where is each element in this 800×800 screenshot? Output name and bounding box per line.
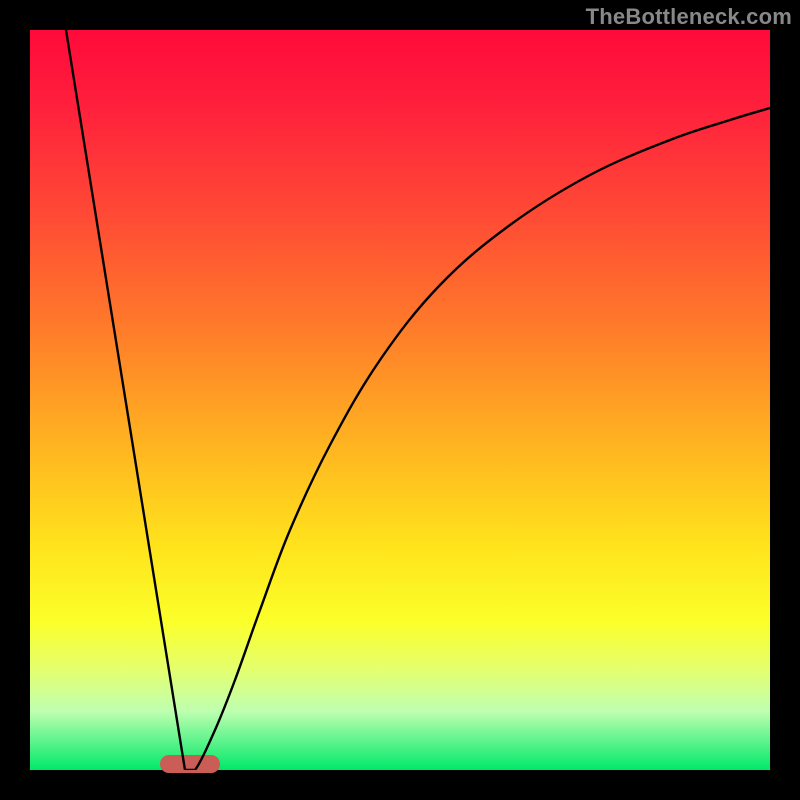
plot-frame	[30, 30, 770, 770]
curve-svg	[30, 30, 770, 770]
watermark-text: TheBottleneck.com	[586, 4, 792, 30]
bottleneck-curve-path	[66, 30, 770, 770]
